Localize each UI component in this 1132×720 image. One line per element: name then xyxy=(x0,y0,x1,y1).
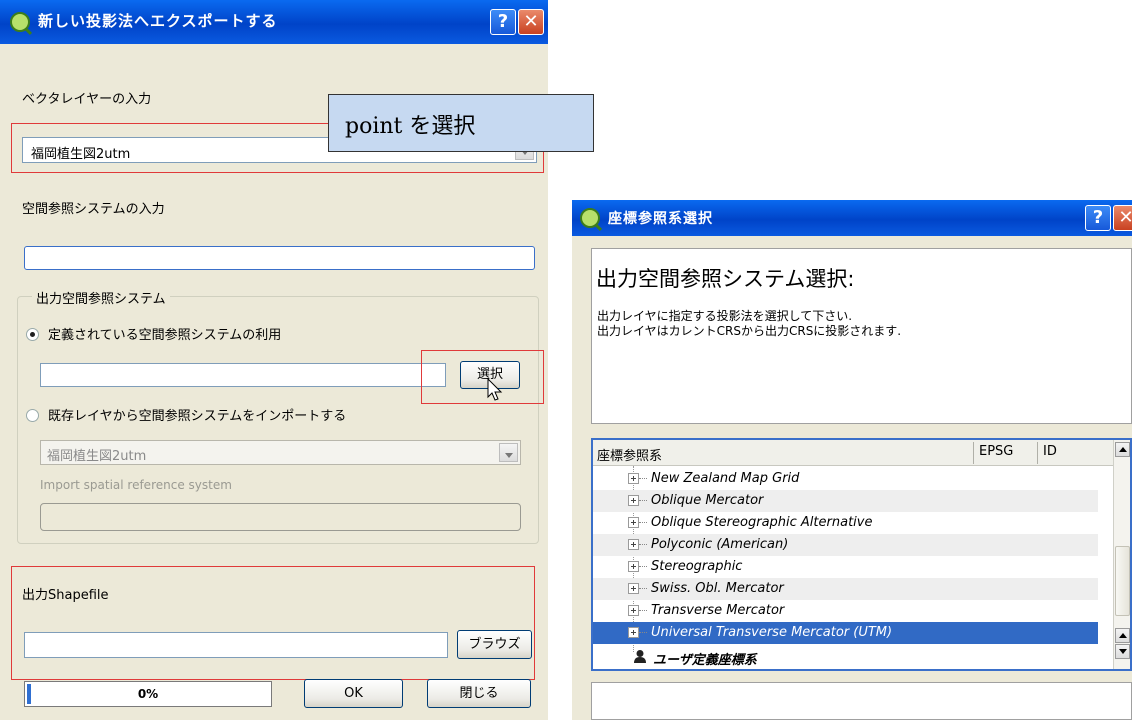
import-crs-radio[interactable] xyxy=(26,409,39,422)
scroll-up-icon[interactable] xyxy=(1115,442,1130,457)
column-crs[interactable]: 座標参照系 xyxy=(597,445,662,464)
user-icon xyxy=(634,650,646,663)
input-crs-field[interactable] xyxy=(24,246,535,270)
expand-icon[interactable] xyxy=(628,561,639,572)
tree-item[interactable]: Oblique Stereographic Alternative xyxy=(593,512,1098,534)
crs-desc-line2: 出力レイヤはカレントCRSから出力CRSに投影されます. xyxy=(597,324,902,338)
mouse-cursor-icon xyxy=(487,378,503,401)
column-id[interactable]: ID xyxy=(1037,442,1057,464)
crs-info-panel: 出力空間参照システム選択: 出力レイヤに指定する投影法を選択して下さい. 出力レ… xyxy=(591,248,1132,424)
progress-text: 0% xyxy=(137,687,159,701)
crs-heading: 出力空間参照システム選択: xyxy=(596,267,855,291)
expand-icon[interactable] xyxy=(628,517,639,528)
tree-item[interactable]: Transverse Mercator xyxy=(593,600,1098,622)
select-point-callout: point を選択 xyxy=(328,94,594,152)
tree-header: 座標参照系 EPSG ID xyxy=(593,440,1113,466)
user-defined-label: ユーザ定義座標系 xyxy=(653,653,757,668)
vector-layer-value: 福岡植生図2utm xyxy=(31,147,131,162)
close-button[interactable]: 閉じる xyxy=(427,679,531,708)
expand-icon[interactable] xyxy=(628,495,639,506)
column-epsg[interactable]: EPSG xyxy=(973,442,1013,464)
input-crs-label: 空間参照システムの入力 xyxy=(22,202,165,217)
scrollbar-thumb[interactable] xyxy=(1115,546,1130,616)
tree-item[interactable]: Swiss. Obl. Mercator xyxy=(593,578,1098,600)
import-layer-select[interactable]: 福岡植生図2utm xyxy=(40,440,521,465)
crs-tree: 座標参照系 EPSG ID New Zealand Map Grid Obliq… xyxy=(591,438,1132,671)
expand-icon[interactable] xyxy=(628,605,639,616)
scroll-down-icon[interactable] xyxy=(1115,644,1130,659)
qgis-icon xyxy=(10,12,30,32)
tree-item[interactable]: New Zealand Map Grid xyxy=(593,468,1098,490)
export-dialog-title: 新しい投影法へエクスポートする xyxy=(38,12,278,30)
help-button[interactable]: ? xyxy=(1085,205,1111,231)
output-shapefile-label: 出力Shapefile xyxy=(22,588,109,603)
tree-scrollbar[interactable] xyxy=(1113,440,1130,669)
defined-crs-radio[interactable] xyxy=(26,328,39,341)
expand-icon[interactable] xyxy=(628,473,639,484)
import-crs-field xyxy=(40,503,521,531)
expand-icon[interactable] xyxy=(628,539,639,550)
output-shapefile-field[interactable] xyxy=(24,632,448,658)
tree-item-user-defined[interactable]: ユーザ定義座標系 xyxy=(593,646,1098,668)
expand-icon[interactable] xyxy=(628,583,639,594)
crs-dialog-title: 座標参照系選択 xyxy=(608,211,713,227)
tree-item-selected[interactable]: Universal Transverse Mercator (UTM) xyxy=(593,622,1098,644)
crs-detail-panel xyxy=(591,682,1132,720)
import-crs-radio-label: 既存レイヤから空間参照システムをインポートする xyxy=(48,409,347,424)
browse-button[interactable]: ブラウズ xyxy=(457,630,532,659)
vector-layer-label: ベクタレイヤーの入力 xyxy=(22,92,152,107)
ok-button[interactable]: OK xyxy=(304,679,403,708)
chevron-down-icon[interactable] xyxy=(499,443,518,462)
expand-icon[interactable] xyxy=(628,627,639,638)
export-dialog-titlebar: 新しい投影法へエクスポートする ? ✕ xyxy=(0,0,548,44)
tree-item[interactable]: Oblique Mercator xyxy=(593,490,1098,512)
tree-item[interactable]: Polyconic (American) xyxy=(593,534,1098,556)
close-window-button[interactable]: ✕ xyxy=(1113,205,1132,231)
crs-selector-dialog: 座標参照系選択 ? ✕ 出力空間参照システム選択: 出力レイヤに指定する投影法を… xyxy=(572,200,1132,720)
progress-bar: 0% xyxy=(24,681,272,707)
help-button[interactable]: ? xyxy=(490,9,516,35)
qgis-icon xyxy=(580,208,600,228)
import-layer-value: 福岡植生図2utm xyxy=(47,449,147,464)
scroll-up-icon[interactable] xyxy=(1115,628,1130,643)
crs-dialog-titlebar: 座標参照系選択 ? ✕ xyxy=(572,200,1132,236)
callout-text: point を選択 xyxy=(345,114,476,139)
defined-crs-label: 定義されている空間参照システムの利用 xyxy=(48,328,282,343)
defined-crs-field[interactable] xyxy=(40,363,446,387)
close-window-button[interactable]: ✕ xyxy=(518,9,544,35)
import-crs-label: Import spatial reference system xyxy=(40,478,232,492)
tree-item[interactable]: Stereographic xyxy=(593,556,1098,578)
output-crs-group-title: 出力空間参照システム xyxy=(32,288,170,307)
